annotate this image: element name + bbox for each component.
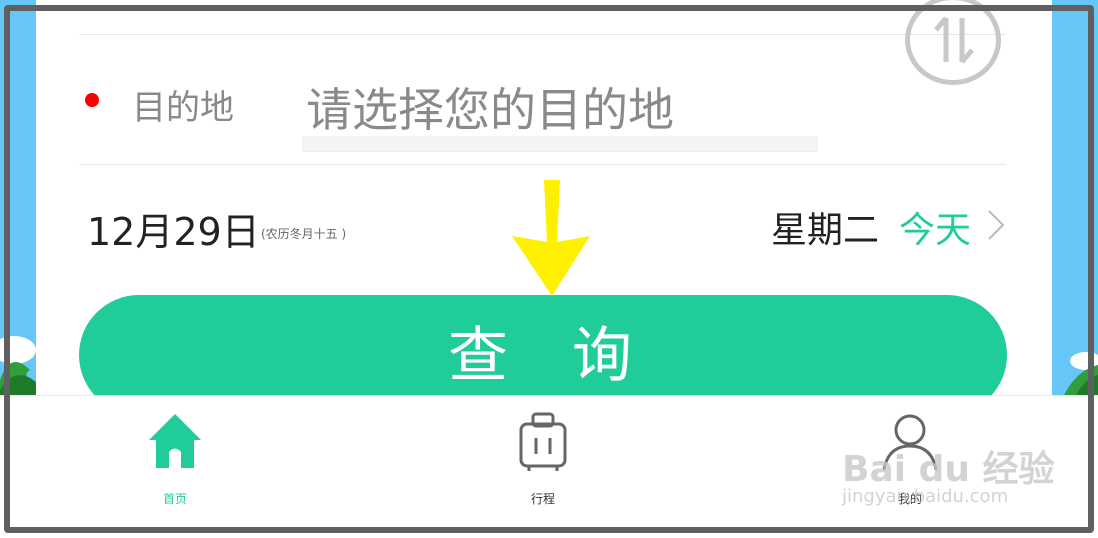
user-icon [882,414,938,471]
divider-top [79,34,1006,35]
today-label: 今天 [899,210,972,251]
tab-home[interactable]: 首页 [95,396,255,526]
tab-trip-label: 行程 [530,492,555,506]
weekday-label: 星期二 [771,210,880,251]
destination-input[interactable] [302,68,818,152]
tab-home-label: 首页 [162,492,187,506]
swap-button[interactable] [905,0,1001,85]
tab-mine-label: 我的 [897,492,922,506]
swap-vertical-icon [934,16,974,64]
chevron-right-icon [988,210,1005,240]
lunar-date: (农历冬月十五 ) [261,227,347,241]
tab-mine[interactable]: 我的 [830,396,990,526]
bottom-tab-bar: 首页 行程 我的 [0,395,1098,538]
date-main: 12月29日 [87,210,260,254]
tab-trip[interactable]: 行程 [463,396,623,526]
required-dot [85,93,99,107]
arrow-down-annotation [512,180,590,296]
divider-middle [79,164,1006,165]
destination-label: 目的地 [132,88,234,128]
home-icon [149,414,201,468]
bush-left-decoration [0,336,38,400]
luggage-icon [519,412,567,471]
